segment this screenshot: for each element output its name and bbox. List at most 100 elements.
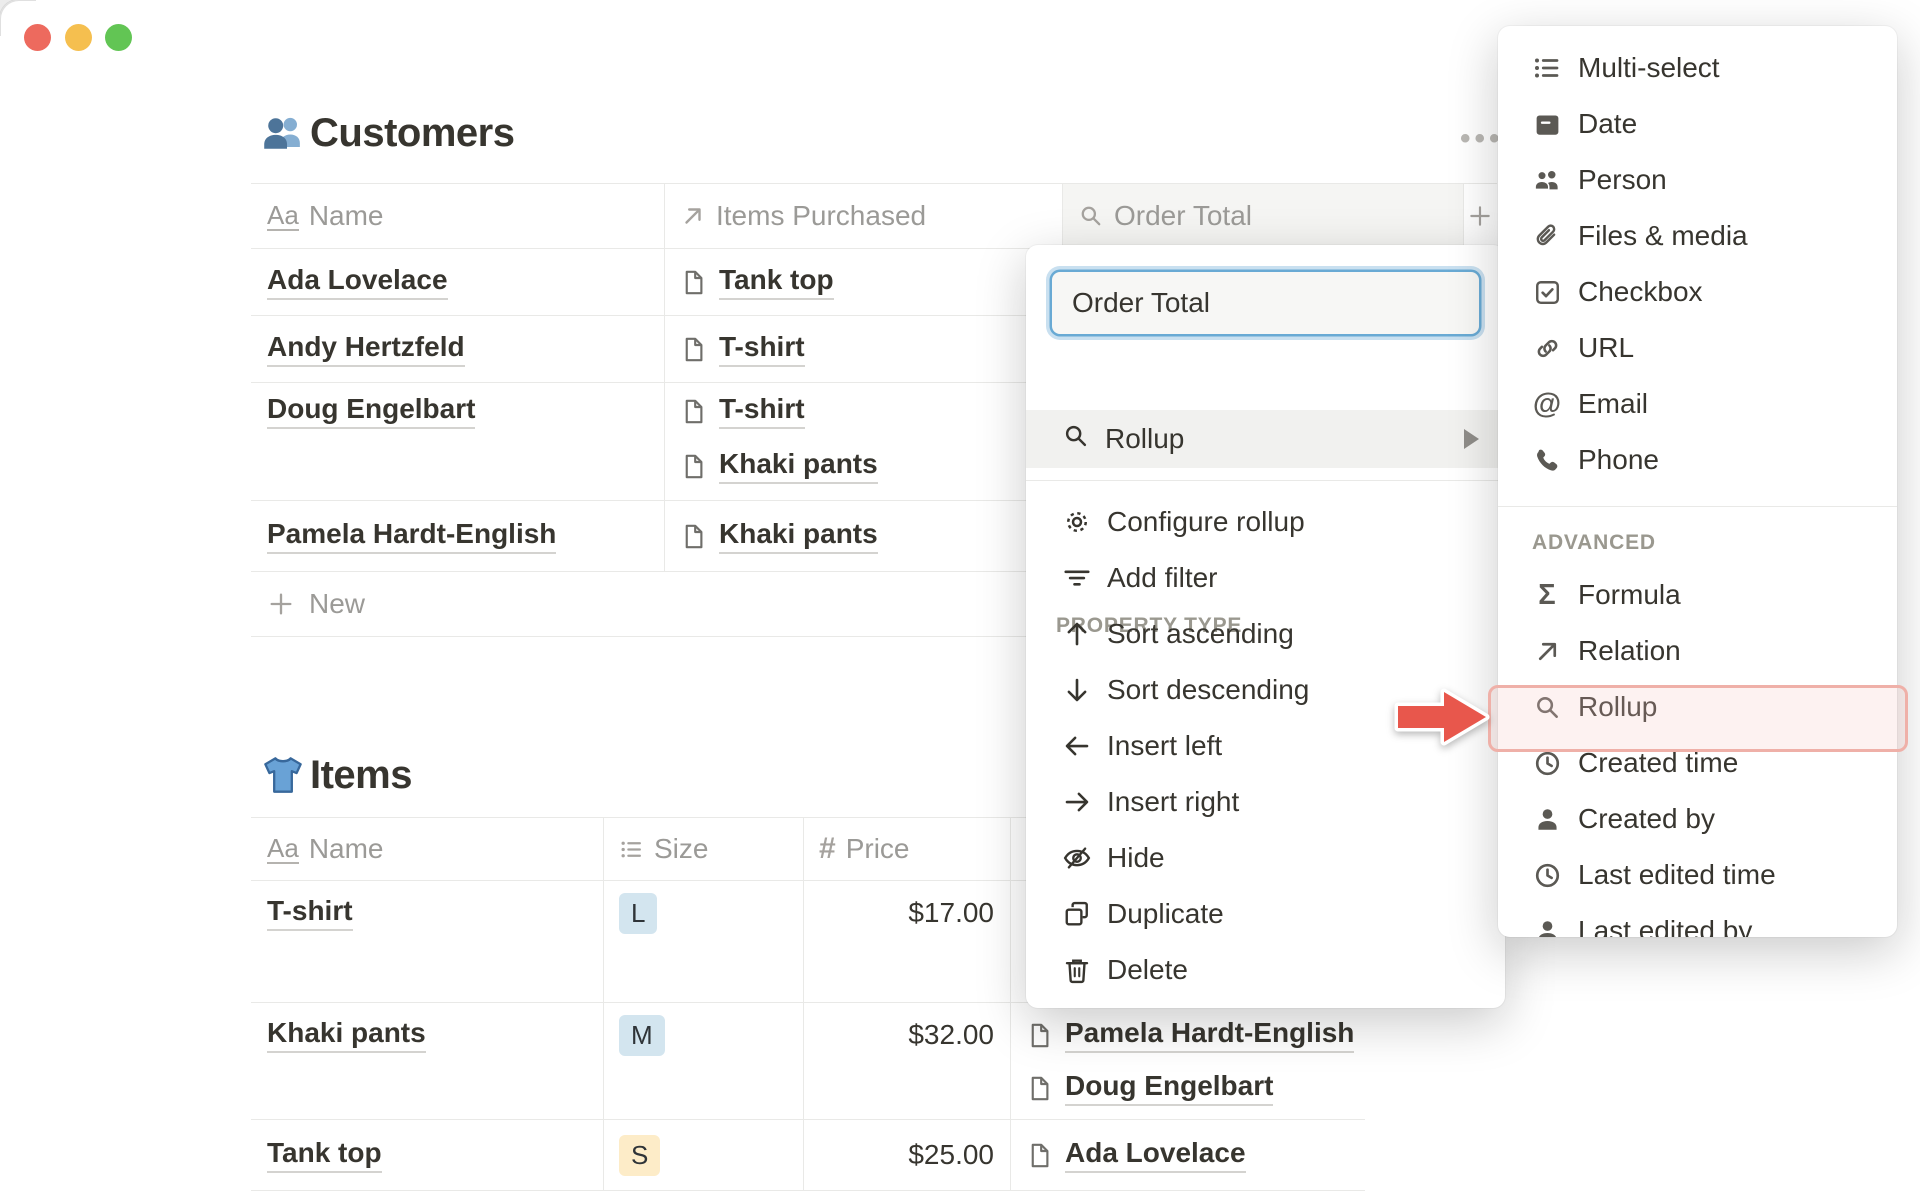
customer-name-cell[interactable]: Pamela Hardt-English	[251, 501, 664, 571]
type-option-email[interactable]: @ Email	[1498, 376, 1897, 432]
menu-item-delete[interactable]: Delete	[1026, 942, 1505, 998]
type-option-date[interactable]: Date	[1498, 96, 1897, 152]
page-icon	[1026, 1022, 1053, 1049]
menu-item-sort-descending[interactable]: Sort descending	[1026, 662, 1505, 718]
person-icon	[1532, 917, 1562, 938]
item-size-cell[interactable]: L	[603, 881, 803, 1002]
customers-title-text: Customers	[310, 110, 515, 155]
arrow-down-icon	[1062, 675, 1092, 705]
menu-item-insert-right[interactable]: Insert right	[1026, 774, 1505, 830]
gear-icon	[1062, 507, 1092, 537]
type-option-last-edited-by[interactable]: Last edited by	[1498, 903, 1897, 937]
type-option-formula[interactable]: Σ Formula	[1498, 567, 1897, 623]
phone-icon	[1532, 446, 1562, 475]
sigma-icon: Σ	[1538, 578, 1556, 611]
current-property-type-rollup[interactable]: Rollup	[1026, 410, 1505, 468]
page-icon	[680, 523, 707, 550]
items-col-header-price[interactable]: # Price	[803, 818, 1010, 880]
clock-icon	[1532, 861, 1562, 890]
submenu-caret-icon	[1464, 429, 1479, 449]
page-icon	[1026, 1142, 1053, 1169]
calendar-icon	[1532, 110, 1562, 139]
type-option-relation[interactable]: Relation	[1498, 623, 1897, 679]
type-option-files-media[interactable]: Files & media	[1498, 208, 1897, 264]
customers-col-header-order-total[interactable]: Order Total	[1062, 184, 1463, 248]
item-customers-cell[interactable]: Pamela Hardt-English Doug Engelbart	[1010, 1003, 1365, 1119]
arrow-left-icon	[1062, 731, 1092, 761]
type-option-person[interactable]: Person	[1498, 152, 1897, 208]
plus-icon	[1467, 203, 1493, 229]
items-purchased-cell[interactable]: T-shirt	[664, 316, 1062, 382]
size-tag: M	[619, 1014, 665, 1056]
customer-name-cell[interactable]: Ada Lovelace	[251, 249, 664, 315]
items-purchased-cell[interactable]: T-shirt Khaki pants	[664, 383, 1062, 500]
busts-in-silhouette-emoji-icon	[260, 110, 306, 156]
type-option-rollup[interactable]: Rollup	[1498, 679, 1897, 735]
close-window-button[interactable]	[24, 24, 51, 51]
multi-select-list-icon	[1532, 53, 1562, 83]
customer-name-cell[interactable]: Doug Engelbart	[251, 383, 664, 500]
item-customers-cell[interactable]: Ada Lovelace	[1010, 1120, 1365, 1190]
table-row: Khaki pants M $32.00 Pamela Hardt-Englis…	[251, 1003, 1365, 1120]
property-edit-menu: PROPERTY TYPE Rollup Configure rollup Ad…	[1026, 245, 1505, 1008]
item-name-cell[interactable]: Tank top	[251, 1120, 603, 1190]
type-option-created-time[interactable]: Created time	[1498, 735, 1897, 791]
arrow-right-icon	[1062, 787, 1092, 817]
items-col-header-name[interactable]: Aa Name	[251, 818, 603, 880]
property-type-submenu: Multi-select Date Person Files & media C…	[1498, 26, 1897, 937]
rollup-search-icon	[1532, 693, 1562, 722]
type-option-url[interactable]: URL	[1498, 320, 1897, 376]
advanced-types-list: Σ Formula Relation Rollup Created time C…	[1498, 567, 1897, 937]
item-size-cell[interactable]: M	[603, 1003, 803, 1119]
menu-item-sort-ascending[interactable]: Sort ascending	[1026, 606, 1505, 662]
person-icon	[1532, 805, 1562, 834]
basic-types-list: Multi-select Date Person Files & media C…	[1498, 26, 1897, 488]
menu-divider	[1498, 506, 1897, 507]
t-shirt-emoji-icon	[260, 752, 306, 798]
select-list-icon	[619, 837, 644, 862]
items-purchased-cell[interactable]: Khaki pants	[664, 501, 1062, 571]
notion-window: Customers ••• Aa Name Items Purchased Ord…	[0, 0, 1920, 1200]
customer-name-cell[interactable]: Andy Hertzfeld	[251, 316, 664, 382]
items-table-title: Items	[260, 752, 413, 798]
rollup-search-icon	[1062, 422, 1090, 457]
filter-icon	[1062, 563, 1092, 593]
add-property-button[interactable]	[1463, 184, 1497, 248]
type-option-phone[interactable]: Phone	[1498, 432, 1897, 488]
items-title-text: Items	[310, 752, 413, 797]
item-price-cell[interactable]: $32.00	[803, 1003, 1010, 1119]
page-icon	[1026, 1075, 1053, 1102]
arrow-up-icon	[1062, 619, 1092, 649]
duplicate-icon	[1062, 899, 1092, 929]
item-price-cell[interactable]: $25.00	[803, 1120, 1010, 1190]
item-name-cell[interactable]: Khaki pants	[251, 1003, 603, 1119]
customers-header-row: Aa Name Items Purchased Order Total	[251, 183, 1497, 249]
minimize-window-button[interactable]	[65, 24, 92, 51]
item-size-cell[interactable]: S	[603, 1120, 803, 1190]
items-col-header-size[interactable]: Size	[603, 818, 803, 880]
people-icon	[1532, 165, 1562, 195]
menu-item-insert-left[interactable]: Insert left	[1026, 718, 1505, 774]
type-option-multi-select[interactable]: Multi-select	[1498, 40, 1897, 96]
menu-item-duplicate[interactable]: Duplicate	[1026, 886, 1505, 942]
table-more-options-button[interactable]: •••	[1460, 122, 1504, 156]
link-icon	[1532, 334, 1562, 363]
menu-item-add-filter[interactable]: Add filter	[1026, 550, 1505, 606]
text-type-icon: Aa	[267, 832, 299, 864]
page-icon	[680, 453, 707, 480]
size-tag: S	[619, 1134, 661, 1176]
menu-item-hide[interactable]: Hide	[1026, 830, 1505, 886]
property-actions-list: Configure rollup Add filter Sort ascendi…	[1026, 494, 1505, 998]
type-option-created-by[interactable]: Created by	[1498, 791, 1897, 847]
items-purchased-cell[interactable]: Tank top	[664, 249, 1062, 315]
type-option-last-edited-time[interactable]: Last edited time	[1498, 847, 1897, 903]
size-tag: L	[619, 892, 658, 934]
customers-col-header-name[interactable]: Aa Name	[251, 184, 664, 248]
menu-item-configure-rollup[interactable]: Configure rollup	[1026, 494, 1505, 550]
item-price-cell[interactable]: $17.00	[803, 881, 1010, 1002]
property-name-input[interactable]	[1052, 272, 1479, 334]
customers-col-header-items-purchased[interactable]: Items Purchased	[664, 184, 1062, 248]
type-option-checkbox[interactable]: Checkbox	[1498, 264, 1897, 320]
zoom-window-button[interactable]	[105, 24, 132, 51]
item-name-cell[interactable]: T-shirt	[251, 881, 603, 1002]
